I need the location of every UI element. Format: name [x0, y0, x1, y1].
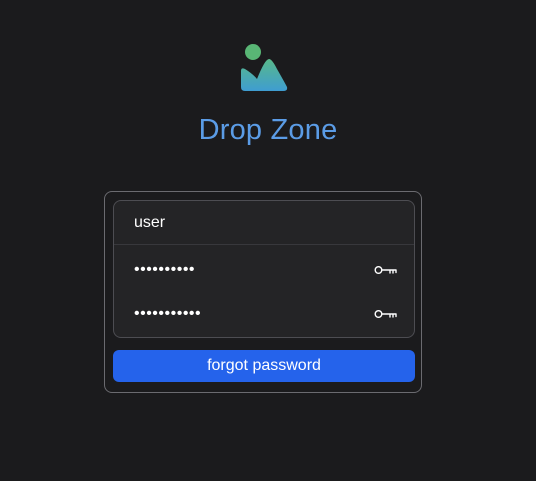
image-landscape-icon	[241, 44, 288, 91]
credentials-field-group: user •••••••••• •••••••••••	[113, 200, 415, 338]
key-icon[interactable]	[374, 264, 398, 276]
username-value: user	[134, 213, 166, 231]
forgot-password-button[interactable]: forgot password	[113, 350, 415, 382]
app-title: Drop Zone	[198, 114, 338, 146]
username-field[interactable]: user	[114, 201, 414, 245]
password-value: ••••••••••	[134, 261, 196, 278]
confirm-password-field[interactable]: •••••••••••	[114, 292, 414, 336]
login-screen: Drop Zone user •••••••••• ••••••••••• fo…	[0, 0, 536, 481]
login-panel: user •••••••••• ••••••••••• forgot passw…	[104, 191, 422, 393]
key-icon[interactable]	[374, 308, 398, 320]
confirm-password-value: •••••••••••	[134, 305, 202, 322]
password-field[interactable]: ••••••••••	[114, 248, 414, 292]
